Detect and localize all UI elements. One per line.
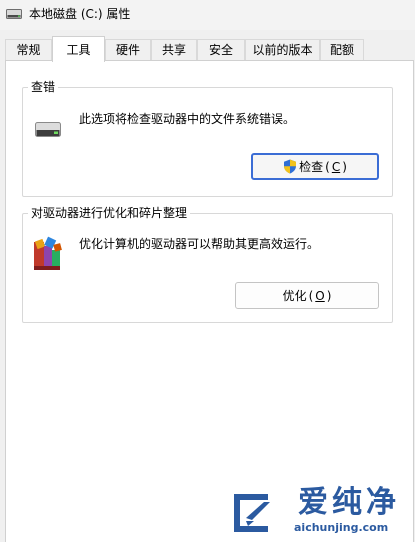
watermark-url: aichunjing.com bbox=[294, 521, 389, 534]
optimize-group: 对驱动器进行优化和碎片整理 优化计算机的驱动器可以帮助其更高效运行。 优化(O) bbox=[22, 205, 393, 323]
tab-previous-versions[interactable]: 以前的版本 bbox=[245, 39, 320, 60]
optimize-button-paren-close: ) bbox=[326, 288, 332, 303]
tab-quota[interactable]: 配额 bbox=[320, 39, 364, 60]
check-button-accelerator: C bbox=[331, 159, 341, 174]
defrag-icon bbox=[34, 236, 62, 270]
tab-general[interactable]: 常规 bbox=[5, 39, 52, 60]
uac-shield-icon bbox=[284, 159, 297, 174]
optimize-button-label: 优化 bbox=[282, 289, 307, 303]
watermark-logo-icon bbox=[234, 494, 270, 532]
optimize-button-paren-open: ( bbox=[308, 288, 314, 303]
tab-hardware[interactable]: 硬件 bbox=[105, 39, 151, 60]
tab-sharing[interactable]: 共享 bbox=[151, 39, 197, 60]
tab-security[interactable]: 安全 bbox=[197, 39, 245, 60]
error-check-description: 此选项将检查驱动器中的文件系统错误。 bbox=[79, 112, 296, 126]
hard-drive-icon bbox=[35, 122, 61, 137]
tools-panel: 查错 此选项将检查驱动器中的文件系统错误。 检查(C) 对驱动器进行优化和碎片整… bbox=[5, 60, 414, 542]
drive-icon bbox=[6, 9, 22, 19]
watermark: 爱纯净 aichunjing.com bbox=[224, 486, 415, 542]
check-button-paren-open: ( bbox=[325, 159, 330, 174]
optimize-button[interactable]: 优化(O) bbox=[235, 282, 379, 309]
check-button-label: 检查 bbox=[299, 160, 324, 174]
optimize-button-accelerator: O bbox=[315, 288, 325, 303]
optimize-description: 优化计算机的驱动器可以帮助其更高效运行。 bbox=[79, 237, 320, 251]
window-title: 本地磁盘 (C:) 属性 bbox=[29, 7, 131, 21]
tab-strip: 常规 工具 硬件 共享 安全 以前的版本 配额 bbox=[0, 36, 415, 62]
title-bar[interactable]: 本地磁盘 (C:) 属性 bbox=[0, 0, 415, 30]
error-check-title: 查错 bbox=[28, 79, 59, 95]
watermark-brand: 爱纯净 bbox=[298, 485, 400, 520]
tab-tools[interactable]: 工具 bbox=[52, 36, 105, 62]
check-button[interactable]: 检查(C) bbox=[251, 153, 379, 180]
check-button-paren-close: ) bbox=[342, 159, 347, 174]
error-check-group: 查错 此选项将检查驱动器中的文件系统错误。 检查(C) bbox=[22, 79, 393, 197]
optimize-title: 对驱动器进行优化和碎片整理 bbox=[28, 205, 191, 221]
